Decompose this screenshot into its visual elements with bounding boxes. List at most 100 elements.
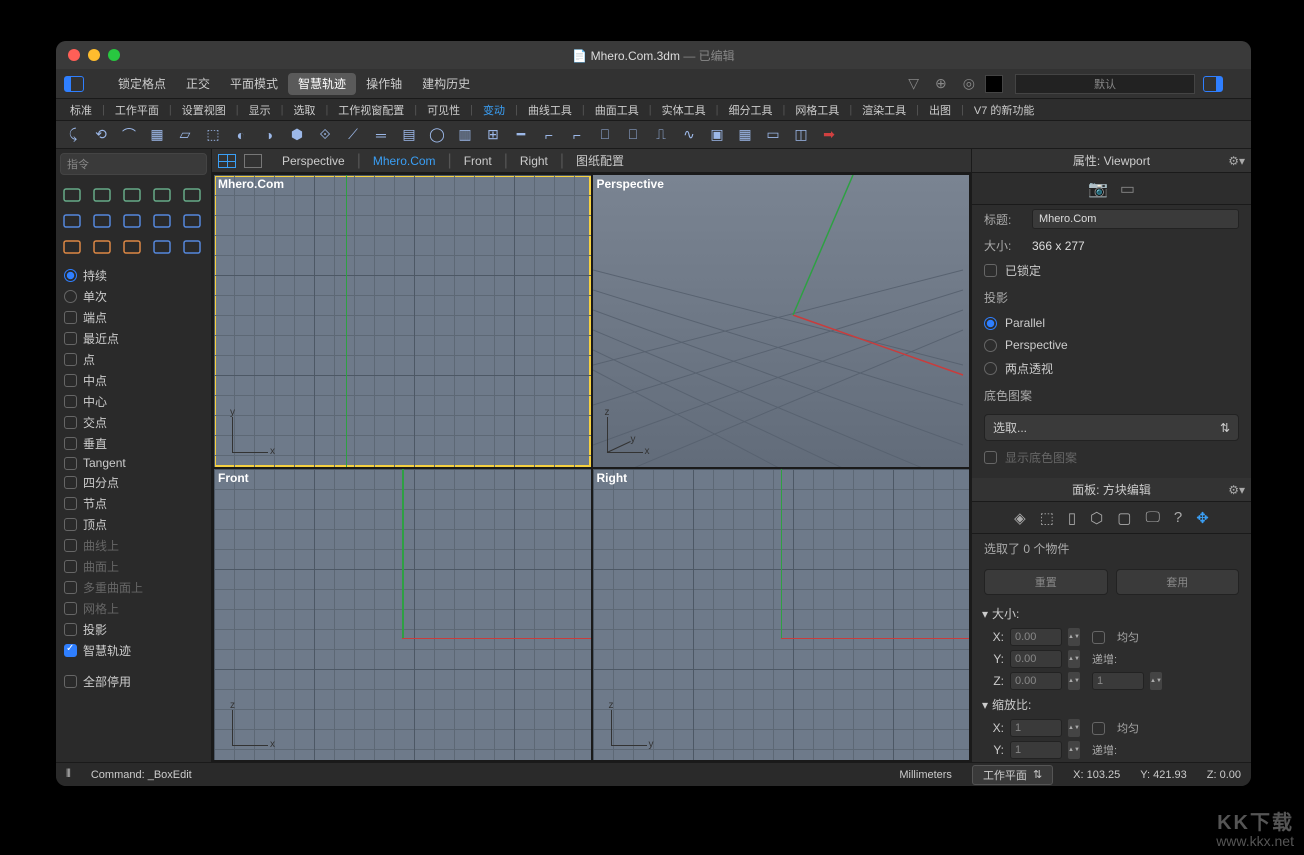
toolbar-btn-17[interactable]: ⌐ [538,124,560,146]
tab-9[interactable]: 曲面工具 [585,99,649,121]
snap-item[interactable]: 顶点 [56,514,211,535]
reset-button[interactable]: 重置 [984,569,1108,595]
menu-智慧轨迹[interactable]: 智慧轨迹 [288,73,356,95]
size-x-input[interactable] [1010,628,1062,646]
increment-input[interactable] [1092,672,1144,690]
toolbar-btn-18[interactable]: ⌐ [566,124,588,146]
layer-color-swatch[interactable] [985,75,1003,93]
snap-item[interactable]: 交点 [56,412,211,433]
display-icon[interactable]: ▢ [1117,509,1131,527]
snap-mode[interactable]: 持续 [56,265,211,286]
snap-item[interactable]: 曲线上 [56,535,211,556]
toolbar-btn-11[interactable]: ═ [370,124,392,146]
obj-tool-5[interactable] [58,209,86,233]
obj-tool-13[interactable] [148,235,176,259]
box-icon[interactable]: ⬚ [1040,509,1054,527]
toolbar-btn-25[interactable]: ▭ [762,124,784,146]
circle-plus-icon[interactable]: ⊕ [929,75,953,92]
close-icon[interactable] [68,49,80,61]
obj-tool-0[interactable] [58,183,86,207]
obj-tool-6[interactable] [88,209,116,233]
obj-tool-10[interactable] [58,235,86,259]
tab-7[interactable]: 变动 [473,99,515,121]
tab-5[interactable]: 工作视窗配置 [328,99,414,121]
toolbar-btn-1[interactable]: ⟲ [90,124,112,146]
obj-tool-9[interactable] [178,209,206,233]
stepper-icon[interactable]: ▲▼ [1150,672,1162,690]
menu-平面模式[interactable]: 平面模式 [220,73,288,95]
locked-checkbox[interactable] [984,264,997,277]
toolbar-btn-12[interactable]: ▤ [398,124,420,146]
snap-item[interactable]: 节点 [56,493,211,514]
toolbar-btn-22[interactable]: ∿ [678,124,700,146]
zoom-icon[interactable] [108,49,120,61]
tab-12[interactable]: 网格工具 [785,99,849,121]
help-icon[interactable]: ? [1174,509,1182,526]
page-icon[interactable]: ▯ [1068,509,1076,527]
vptab-Perspective[interactable]: Perspective [270,154,357,168]
obj-tool-7[interactable] [118,209,146,233]
viewport-title-input[interactable] [1032,209,1239,229]
size-y-input[interactable] [1010,650,1062,668]
snap-item[interactable]: Tangent [56,454,211,472]
snap-item[interactable]: 端点 [56,307,211,328]
projection-option[interactable]: Parallel [972,312,1251,334]
tab-4[interactable]: 选取 [283,99,325,121]
snap-item[interactable]: 中点 [56,370,211,391]
tab-0[interactable]: 标准 [60,99,102,121]
obj-tool-4[interactable] [178,183,206,207]
scale-section[interactable]: ▾ 缩放比: [972,692,1251,717]
gear-icon[interactable]: ⚙▾ [1228,154,1245,168]
stepper-icon[interactable]: ▲▼ [1068,719,1080,737]
uniform-checkbox[interactable] [1092,722,1105,735]
uniform-checkbox[interactable] [1092,631,1105,644]
filter-icon[interactable]: ▽ [902,75,925,92]
vptab-图纸配置[interactable]: 图纸配置 [564,154,636,168]
snap-item[interactable]: 垂直 [56,433,211,454]
snap-item[interactable]: 中心 [56,391,211,412]
obj-tool-12[interactable] [118,235,146,259]
tab-8[interactable]: 曲线工具 [518,99,582,121]
obj-tool-2[interactable] [118,183,146,207]
apply-button[interactable]: 套用 [1116,569,1240,595]
wallpaper-select[interactable]: 选取...⇅ [984,414,1239,441]
obj-tool-11[interactable] [88,235,116,259]
arrow-icon[interactable]: ➡ [818,124,840,146]
tab-13[interactable]: 渲染工具 [852,99,916,121]
tab-14[interactable]: 出图 [919,99,961,121]
toolbar-btn-7[interactable]: ◑ [258,124,280,146]
scale-y-input[interactable] [1010,741,1062,759]
tab-6[interactable]: 可见性 [417,99,470,121]
snap-item[interactable]: 智慧轨迹 [56,640,211,661]
obj-tool-8[interactable] [148,209,176,233]
toolbar-btn-3[interactable]: ▦ [146,124,168,146]
tab-1[interactable]: 工作平面 [105,99,169,121]
menu-锁定格点[interactable]: 锁定格点 [108,73,176,95]
toolbar-btn-13[interactable]: ◯ [426,124,448,146]
command-input[interactable]: 指令 [60,153,207,175]
cplane-dropdown[interactable]: 工作平面 ⇅ [972,765,1053,785]
right-panel-toggle-icon[interactable] [1203,76,1223,92]
four-view-icon[interactable] [218,154,236,168]
left-panel-toggle-icon[interactable] [64,76,84,92]
toolbar-btn-15[interactable]: ⊞ [482,124,504,146]
camera-icon[interactable]: 📷 [1088,179,1108,199]
menu-操作轴[interactable]: 操作轴 [356,73,412,95]
toolbar-btn-2[interactable]: ⌒ [118,124,140,146]
tab-10[interactable]: 实体工具 [652,99,716,121]
toolbar-btn-16[interactable]: ━ [510,124,532,146]
gear-icon[interactable]: ⚙▾ [1228,483,1245,497]
toolbar-btn-20[interactable]: ⎕ [622,124,644,146]
material-icon[interactable]: ▭ [1120,179,1135,199]
obj-tool-1[interactable] [88,183,116,207]
snap-item[interactable]: 曲面上 [56,556,211,577]
viewport-perspective[interactable]: Perspective [593,175,970,467]
layer-selector[interactable]: 默认 [1015,74,1195,94]
toolbar-btn-6[interactable]: ◐ [230,124,252,146]
vptab-Right[interactable]: Right [508,154,560,168]
vptab-Front[interactable]: Front [452,154,504,168]
size-z-input[interactable] [1010,672,1062,690]
toolbar-btn-26[interactable]: ◫ [790,124,812,146]
minimize-icon[interactable] [88,49,100,61]
menu-建构历史[interactable]: 建构历史 [412,73,480,95]
